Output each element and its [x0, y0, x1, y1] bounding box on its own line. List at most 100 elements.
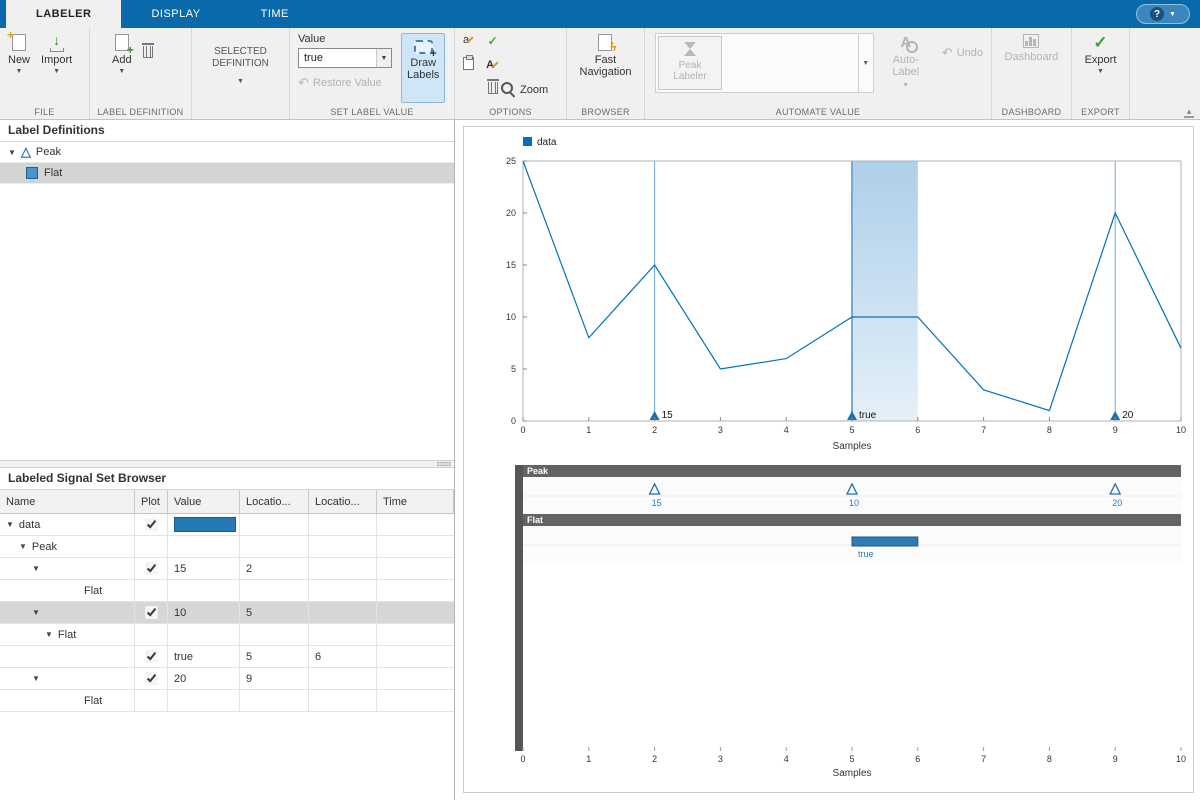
- table-row[interactable]: ▼ 20 9: [0, 668, 454, 690]
- section-label-file: FILE: [34, 107, 55, 117]
- export-check-icon: ✓: [1093, 33, 1108, 52]
- table-row[interactable]: ▼ 10 5: [0, 602, 454, 624]
- svg-text:6: 6: [915, 754, 920, 764]
- svg-text:1: 1: [586, 754, 591, 764]
- column-header[interactable]: Time: [377, 490, 454, 513]
- svg-text:Peak: Peak: [527, 466, 549, 476]
- undo-button[interactable]: ↶ Undo: [938, 46, 987, 59]
- restore-undo-icon: ↶: [298, 75, 309, 90]
- label-name: Peak: [35, 146, 61, 158]
- new-button[interactable]: + New ▼: [4, 29, 34, 77]
- selected-definition-dropdown[interactable]: SELECTED DEFINITION ▼: [208, 45, 273, 87]
- row-name: Flat: [84, 694, 103, 707]
- plot-checkbox[interactable]: [144, 650, 158, 663]
- svg-text:6: 6: [915, 425, 920, 435]
- svg-text:2: 2: [652, 425, 657, 435]
- section-label-label-definition: LABEL DEFINITION: [97, 107, 184, 117]
- fast-navigation-button[interactable]: Fast Navigation: [576, 33, 636, 79]
- ribbon-section-automate-value: Peak Labeler ▼ A Auto- Label ▼ ↶ Undo AU…: [645, 28, 992, 119]
- help-button[interactable]: ? ▼: [1136, 4, 1190, 24]
- svg-text:5: 5: [849, 425, 854, 435]
- automation-gallery: Peak Labeler ▼: [655, 33, 874, 93]
- plot-checkbox[interactable]: [144, 562, 158, 575]
- collapse-ribbon-button[interactable]: ▲: [1184, 107, 1194, 118]
- row-name: Flat: [57, 628, 77, 641]
- value-combobox[interactable]: true ▼: [298, 48, 392, 68]
- combo-caret-icon[interactable]: ▼: [376, 49, 391, 67]
- collapse-arrow-icon[interactable]: ▼: [8, 148, 16, 157]
- column-header[interactable]: Locatio...: [240, 490, 309, 513]
- plot-checkbox[interactable]: [144, 518, 158, 531]
- ribbon-filler: ▲: [1130, 28, 1200, 119]
- svg-text:15: 15: [652, 498, 662, 508]
- column-header[interactable]: Plot: [135, 490, 168, 513]
- label-definition-peak[interactable]: ▼ △ Peak: [0, 142, 454, 163]
- peak-labeler-gallery-item[interactable]: Peak Labeler: [658, 36, 722, 90]
- tab-display[interactable]: DISPLAY: [121, 0, 230, 28]
- label-viewer[interactable]: Peak 15 10 20 Flat true 0 1 2 3 4 5 6 7 8 9 10 Samples: [464, 461, 1193, 792]
- svg-text:true: true: [859, 410, 877, 421]
- svg-text:0: 0: [520, 754, 525, 764]
- plot-panel: 15 true 20 0 5 10 15 20 25 0 1 2 3 4 5 6 7 8 9 10 Samples dat…: [456, 120, 1200, 800]
- delete-label-icon[interactable]: [486, 79, 499, 94]
- table-row[interactable]: ▼ Peak: [0, 536, 454, 558]
- add-definition-button[interactable]: + Add ▼: [108, 33, 136, 77]
- column-header[interactable]: Locatio...: [309, 490, 377, 513]
- rename-label-icon[interactable]: A: [486, 59, 499, 71]
- table-row[interactable]: ▼ data: [0, 514, 454, 536]
- svg-text:Samples: Samples: [833, 441, 872, 452]
- svg-text:3: 3: [718, 425, 723, 435]
- tab-labeler[interactable]: LABELER: [6, 0, 122, 28]
- caret-down-icon: ▼: [237, 78, 244, 85]
- plot-checkbox[interactable]: [144, 672, 158, 685]
- auto-label-button[interactable]: A Auto- Label ▼: [884, 33, 928, 91]
- ribbon-section-file: + New ▼ ↓ Import ▼ FILE: [0, 28, 90, 119]
- ribbon: + New ▼ ↓ Import ▼ FILE + Add ▼ LABEL DE…: [0, 28, 1200, 120]
- paste-icon[interactable]: [463, 55, 475, 70]
- table-row[interactable]: Flat: [0, 690, 454, 712]
- flat-region[interactable]: [852, 161, 918, 421]
- left-panel: Label Definitions ▼ △ Peak Flat Labeled …: [0, 120, 455, 800]
- ribbon-section-export: ✓ Export ▼ EXPORT: [1072, 28, 1130, 119]
- expand-arrow-icon[interactable]: ▼: [32, 608, 40, 617]
- svg-text:data: data: [537, 137, 557, 148]
- svg-text:1: 1: [586, 425, 591, 435]
- draw-labels-button[interactable]: Draw Labels: [401, 33, 446, 103]
- column-header[interactable]: Value: [168, 490, 240, 513]
- apply-check-icon[interactable]: ✓: [488, 34, 498, 48]
- flat-label-bar[interactable]: [851, 536, 919, 547]
- signal-plot[interactable]: 15 true 20 0 5 10 15 20 25 0 1 2 3 4 5 6 7 8 9 10 Samples dat…: [464, 127, 1193, 461]
- svg-text:10: 10: [506, 312, 516, 322]
- zoom-button[interactable]: Zoom: [501, 82, 548, 97]
- plot-checkbox[interactable]: [144, 606, 158, 619]
- ribbon-section-browser: Fast Navigation BROWSER: [567, 28, 645, 119]
- expand-arrow-icon[interactable]: ▼: [19, 542, 27, 551]
- expand-arrow-icon[interactable]: ▼: [32, 674, 40, 683]
- table-row[interactable]: ▼ 15 2: [0, 558, 454, 580]
- row-name: data: [18, 518, 41, 531]
- main-area: Label Definitions ▼ △ Peak Flat Labeled …: [0, 120, 1200, 800]
- expand-arrow-icon[interactable]: ▼: [32, 564, 40, 573]
- label-definition-flat[interactable]: Flat: [0, 163, 454, 184]
- ribbon-section-options: a ✓ A Zoom OPTIONS: [455, 28, 567, 119]
- expand-arrow-icon[interactable]: ▼: [45, 630, 53, 639]
- export-button[interactable]: ✓ Export ▼: [1081, 33, 1121, 77]
- table-row[interactable]: Flat: [0, 580, 454, 602]
- dashboard-button[interactable]: Dashboard: [1001, 33, 1063, 64]
- tab-time[interactable]: TIME: [231, 0, 319, 28]
- legend-swatch: [523, 137, 532, 146]
- table-row[interactable]: ▼ Flat: [0, 624, 454, 646]
- panel-splitter[interactable]: [0, 460, 454, 468]
- expand-arrow-icon[interactable]: ▼: [6, 520, 14, 529]
- fast-navigation-icon: [598, 34, 616, 54]
- column-header[interactable]: Name: [0, 490, 135, 513]
- table-row[interactable]: true 5 6: [0, 646, 454, 668]
- import-button[interactable]: ↓ Import ▼: [37, 33, 76, 77]
- delete-definition-button[interactable]: [139, 43, 157, 59]
- edit-label-value-icon[interactable]: a: [463, 34, 474, 46]
- svg-text:4: 4: [784, 425, 789, 435]
- new-document-icon: +: [7, 29, 26, 51]
- splitter-handle[interactable]: [437, 462, 451, 466]
- gallery-dropdown-icon[interactable]: ▼: [857, 34, 873, 92]
- restore-value-button[interactable]: ↶ Restore Value: [298, 75, 394, 90]
